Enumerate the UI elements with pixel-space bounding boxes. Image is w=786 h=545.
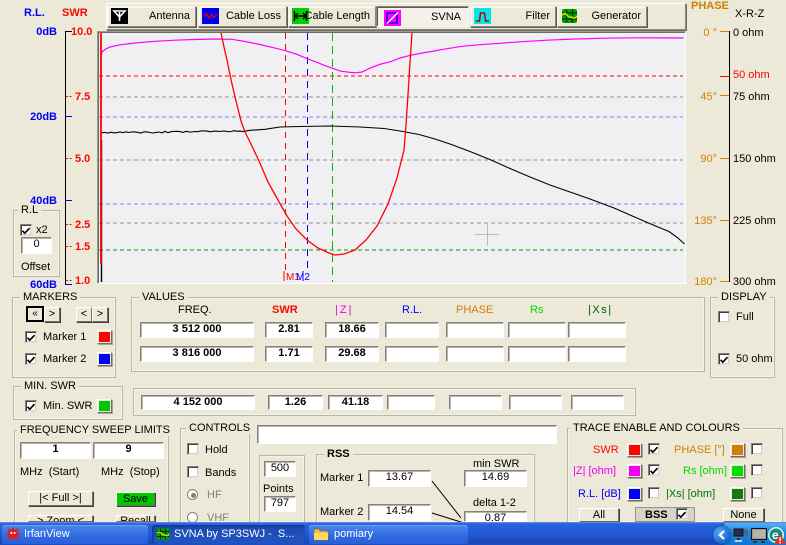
svg-text:75 ohm: 75 ohm bbox=[733, 91, 770, 103]
svg-text:225 ohm: 225 ohm bbox=[733, 215, 776, 227]
svg-text:7.5: 7.5 bbox=[75, 91, 90, 103]
svg-text:5.0: 5.0 bbox=[75, 153, 90, 165]
svg-text:2.5: 2.5 bbox=[75, 219, 90, 231]
svg-text:90°: 90° bbox=[700, 153, 717, 165]
svg-text:0 ohm: 0 ohm bbox=[733, 27, 764, 39]
svg-text:20dB: 20dB bbox=[30, 111, 57, 123]
svg-text:60dB: 60dB bbox=[30, 279, 57, 291]
svg-text:300 ohm: 300 ohm bbox=[733, 276, 776, 288]
svg-text:135°: 135° bbox=[694, 215, 717, 227]
svg-text:50 ohm: 50 ohm bbox=[733, 69, 770, 81]
svg-text:10.0: 10.0 bbox=[71, 26, 92, 38]
svg-text:1.5: 1.5 bbox=[75, 241, 90, 253]
svg-text:150 ohm: 150 ohm bbox=[733, 153, 776, 165]
svg-text:1.0: 1.0 bbox=[75, 275, 90, 287]
svg-text:45°: 45° bbox=[700, 91, 717, 103]
svg-text:0 °: 0 ° bbox=[703, 27, 717, 39]
svg-text:0dB: 0dB bbox=[36, 26, 57, 38]
svg-text:180°: 180° bbox=[694, 276, 717, 288]
